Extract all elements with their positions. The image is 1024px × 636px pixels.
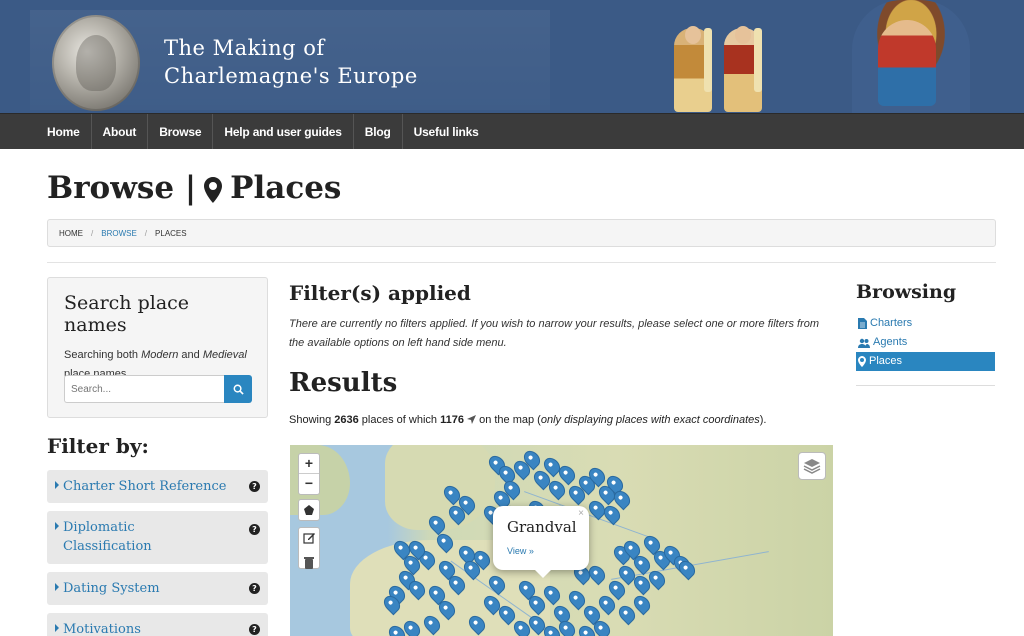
- search-button[interactable]: [224, 375, 252, 403]
- caret-right-icon: [55, 624, 59, 632]
- layers-button[interactable]: [798, 452, 826, 480]
- site-header: The Making of Charlemagne's Europe: [0, 0, 1024, 113]
- nav-useful-links[interactable]: Useful links: [403, 114, 490, 149]
- nav-blog[interactable]: Blog: [354, 114, 403, 149]
- close-icon[interactable]: ×: [578, 508, 584, 519]
- search-row: [64, 375, 252, 403]
- manuscript-arch-image: [852, 0, 970, 113]
- zoom-in-button[interactable]: +: [299, 454, 319, 474]
- location-arrow-icon: [467, 415, 477, 424]
- map-popup: × Grandval View »: [493, 506, 589, 578]
- search-icon: [233, 384, 244, 395]
- document-icon: [858, 318, 867, 329]
- trash-icon[interactable]: [299, 553, 319, 573]
- filter-title: Filter by:: [47, 434, 149, 458]
- zoom-out-button[interactable]: −: [299, 474, 319, 494]
- help-icon[interactable]: ?: [249, 583, 260, 594]
- divider: [47, 262, 996, 263]
- map-pin-icon: [858, 356, 866, 367]
- nav-home[interactable]: Home: [36, 114, 92, 149]
- polygon-icon: [304, 505, 314, 515]
- caret-right-icon: [55, 481, 59, 489]
- filter-charter-short-reference[interactable]: Charter Short Reference ?: [47, 470, 268, 503]
- nav-browse[interactable]: Browse: [148, 114, 214, 149]
- browse-agents-link[interactable]: Agents: [856, 333, 995, 352]
- caret-right-icon: [55, 522, 59, 530]
- coin-logo[interactable]: [52, 15, 140, 111]
- edit-icon[interactable]: [299, 528, 319, 548]
- nav-about[interactable]: About: [92, 114, 149, 149]
- search-input[interactable]: [64, 375, 224, 403]
- results-title: Results: [289, 368, 398, 398]
- popup-view-link[interactable]: View »: [507, 546, 575, 556]
- users-icon: [858, 338, 870, 348]
- zoom-control: + −: [298, 453, 320, 495]
- help-icon[interactable]: ?: [249, 481, 260, 492]
- filter-diplomatic-classification[interactable]: Diplomatic Classification ?: [47, 511, 268, 564]
- filter-motivations[interactable]: Motivations ?: [47, 613, 268, 636]
- filters-applied-text: There are currently no filters applied. …: [289, 318, 820, 349]
- filters-applied-title: Filter(s) applied: [289, 281, 471, 305]
- site-title[interactable]: The Making of Charlemagne's Europe: [164, 34, 418, 90]
- caret-right-icon: [55, 583, 59, 591]
- main-nav: Home About Browse Help and user guides B…: [0, 113, 1024, 149]
- manuscript-figures-image: [670, 16, 790, 112]
- layers-icon: [803, 459, 821, 474]
- mapped-count: 1176: [440, 414, 464, 426]
- map-pin-icon: [204, 175, 223, 203]
- nav-help[interactable]: Help and user guides: [213, 114, 354, 149]
- places-map[interactable]: + − × Grandval View »: [290, 445, 833, 636]
- browsing-title: Browsing: [856, 281, 957, 303]
- popup-place-name: Grandval: [507, 518, 577, 536]
- total-count: 2636: [334, 414, 359, 426]
- browse-charters-link[interactable]: Charters: [856, 314, 995, 333]
- search-panel: Search place names Searching both Modern…: [47, 277, 268, 418]
- help-icon[interactable]: ?: [249, 524, 260, 535]
- page-title: Browse | Places: [47, 170, 342, 206]
- breadcrumb: HOME / BROWSE / PLACES: [47, 219, 996, 247]
- browse-places-link[interactable]: Places: [856, 352, 995, 371]
- draw-polygon-button[interactable]: [298, 499, 320, 521]
- help-icon[interactable]: ?: [249, 624, 260, 635]
- breadcrumb-current: PLACES: [155, 228, 187, 238]
- breadcrumb-home[interactable]: HOME: [59, 229, 83, 238]
- breadcrumb-browse[interactable]: BROWSE: [101, 229, 137, 238]
- edit-tools: [298, 527, 320, 569]
- sidebar-divider: [856, 385, 995, 386]
- results-summary: Showing 2636 places of which 1176 on the…: [289, 414, 767, 426]
- filter-dating-system[interactable]: Dating System ?: [47, 572, 268, 605]
- search-title: Search place names: [64, 292, 190, 336]
